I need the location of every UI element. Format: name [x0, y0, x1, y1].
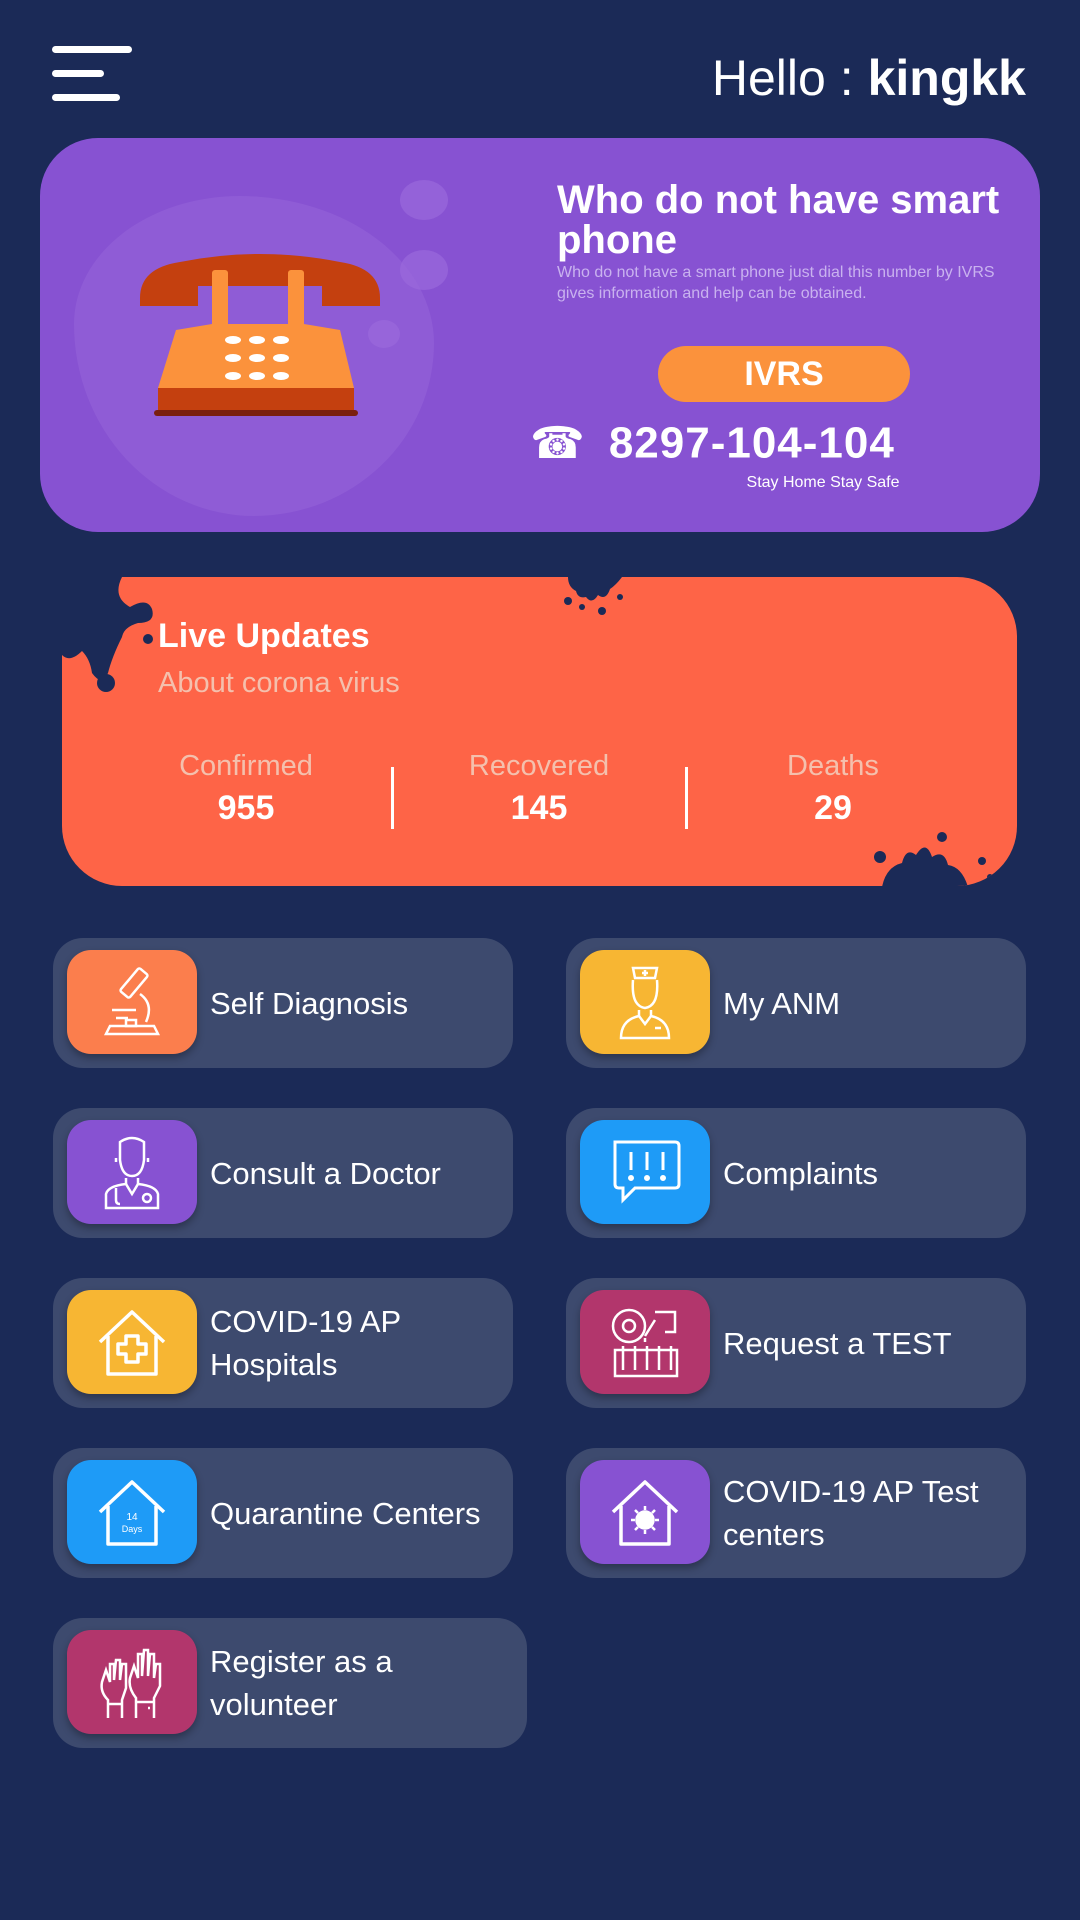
- telephone-illustration-icon: [140, 254, 380, 416]
- complaint-chat-icon: [613, 1140, 681, 1204]
- ivrs-phone-number[interactable]: ☎ 8297-104-104: [530, 418, 895, 469]
- raised-hands-icon: [100, 1648, 162, 1718]
- menu-button[interactable]: [52, 46, 132, 101]
- live-updates-subtitle: About corona virus: [158, 667, 400, 699]
- tile-label: Complaints: [723, 1155, 879, 1191]
- stat-label: Recovered: [468, 750, 610, 782]
- stat-divider: [391, 767, 394, 829]
- tile-label: My ANM: [723, 985, 841, 1021]
- tile-register-volunteer[interactable]: Register as a volunteer: [53, 1618, 527, 1748]
- stat-value: 955: [217, 789, 275, 827]
- username: kingkk: [867, 50, 1026, 106]
- stat-confirmed: Confirmed 955: [116, 749, 376, 833]
- hamburger-menu-icon-line: [52, 94, 120, 101]
- ivrs-description: Who do not have a smart phone just dial …: [557, 264, 995, 302]
- ivrs-tagline: Stay Home Stay Safe: [746, 474, 900, 491]
- stat-label: Deaths: [787, 750, 879, 782]
- tile-icon-box: [580, 950, 710, 1054]
- ivrs-button[interactable]: IVRS: [658, 346, 910, 402]
- tile-label: Quarantine Centers: [210, 1495, 481, 1531]
- tile-label: Request a TEST: [723, 1325, 952, 1361]
- tile-quarantine-centers[interactable]: 14 Days Quarantine Centers: [53, 1448, 513, 1578]
- greeting: Hello : kingkk: [712, 48, 1026, 108]
- live-updates-title: Live Updates: [158, 617, 370, 655]
- tile-icon-box: 14 Days: [67, 1460, 197, 1564]
- tile-covid-hospitals[interactable]: COVID-19 AP Hospitals: [53, 1278, 513, 1408]
- svg-text:Days: Days: [122, 1524, 143, 1534]
- doctor-icon: [104, 1136, 160, 1210]
- stat-value: 29: [814, 789, 852, 827]
- microscope-icon: [103, 967, 161, 1036]
- telephone-icon: ☎: [530, 419, 585, 468]
- ivrs-title: Who do not have smart phone: [557, 178, 1000, 262]
- tile-covid-test-centers[interactable]: COVID-19 AP Test centers: [566, 1448, 1026, 1578]
- tile-icon-box: [67, 950, 197, 1054]
- decorative-dot: [400, 250, 448, 290]
- tile-self-diagnosis[interactable]: Self Diagnosis: [53, 938, 513, 1068]
- test-tubes-icon: [611, 1308, 679, 1378]
- stat-label: Confirmed: [179, 750, 313, 782]
- virus-splat-decoration-icon: [564, 577, 623, 615]
- tile-label: Register as a volunteer: [210, 1644, 393, 1722]
- virus-splat-decoration-icon: [874, 832, 993, 886]
- stat-value: 145: [510, 789, 568, 827]
- phone-number-text: 8297-104-104: [608, 418, 895, 468]
- tile-icon-box: [67, 1630, 197, 1734]
- tile-complaints[interactable]: Complaints: [566, 1108, 1026, 1238]
- virus-house-icon: [611, 1480, 679, 1546]
- tile-label: Consult a Doctor: [210, 1155, 441, 1191]
- hamburger-menu-icon-line: [52, 70, 104, 77]
- tile-label: COVID-19 AP Hospitals: [210, 1304, 401, 1382]
- quarantine-house-icon: 14 Days: [98, 1480, 166, 1546]
- virus-splat-decoration-icon: [62, 577, 153, 692]
- tile-request-test[interactable]: Request a TEST: [566, 1278, 1026, 1408]
- svg-text:14: 14: [126, 1512, 138, 1523]
- greeting-label: Hello :: [711, 50, 854, 106]
- tile-icon-box: [580, 1120, 710, 1224]
- stat-deaths: Deaths 29: [703, 749, 963, 833]
- stat-recovered: Recovered 145: [409, 749, 669, 833]
- tile-label: COVID-19 AP Test centers: [723, 1474, 979, 1552]
- hospital-house-icon: [98, 1310, 166, 1376]
- tile-icon-box: [580, 1460, 710, 1564]
- tile-icon-box: [580, 1290, 710, 1394]
- stat-divider: [685, 767, 688, 829]
- tile-my-anm[interactable]: My ANM: [566, 938, 1026, 1068]
- nurse-icon: [619, 966, 671, 1040]
- tile-icon-box: [67, 1290, 197, 1394]
- ivrs-banner[interactable]: Who do not have smart phone Who do not h…: [40, 138, 1040, 532]
- decorative-dot: [400, 180, 448, 220]
- tile-icon-box: [67, 1120, 197, 1224]
- tile-consult-doctor[interactable]: Consult a Doctor: [53, 1108, 513, 1238]
- hamburger-menu-icon: [52, 46, 132, 53]
- tile-label: Self Diagnosis: [210, 985, 409, 1021]
- live-updates-card[interactable]: Live Updates About corona virus Confirme…: [62, 577, 1017, 886]
